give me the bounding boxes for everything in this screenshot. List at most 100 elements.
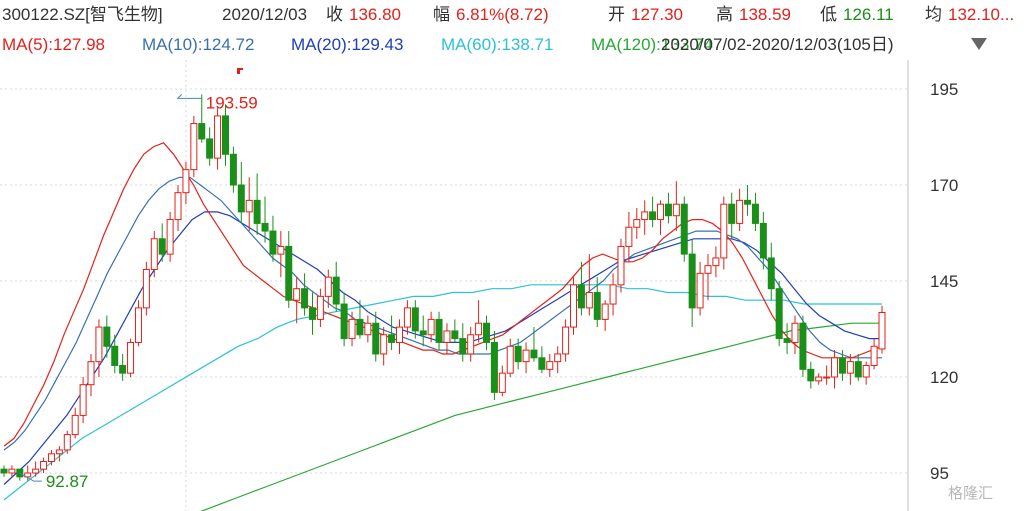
high-value: 138.59 <box>739 5 791 24</box>
candle <box>530 327 538 362</box>
candle-body <box>838 357 846 374</box>
candle-body <box>554 353 562 363</box>
candle-body <box>419 330 427 336</box>
candle-body <box>475 322 483 336</box>
candle-body <box>134 307 142 343</box>
ma60-label: MA(60):138.71 <box>441 35 554 54</box>
high-label: 高 <box>716 5 733 24</box>
candle <box>649 196 657 228</box>
candle-body <box>759 222 767 259</box>
candle <box>696 261 704 316</box>
candle <box>348 311 356 347</box>
candle <box>878 305 886 354</box>
candle-body <box>206 138 214 159</box>
candle <box>775 281 783 347</box>
candle <box>744 185 752 216</box>
candle-body <box>8 468 16 474</box>
candle-body <box>854 361 862 378</box>
candle-body <box>47 453 55 462</box>
candle <box>617 238 625 293</box>
high-marker-line <box>176 94 202 99</box>
candle <box>641 200 649 235</box>
candle-body <box>277 245 285 255</box>
candle <box>253 173 261 235</box>
candle <box>87 353 95 397</box>
candle-body <box>467 334 475 355</box>
candle <box>736 188 744 232</box>
y-tick-label: 145 <box>930 272 958 291</box>
candle-body <box>506 345 514 374</box>
candle-body <box>657 203 665 221</box>
candle-body <box>411 307 419 332</box>
candle <box>269 215 277 262</box>
candle <box>490 330 498 401</box>
candle-body <box>688 253 696 309</box>
candle <box>214 108 222 170</box>
date-range-selector[interactable]: 2020/07/02-2020/12/03(105日) <box>661 31 894 59</box>
price-axis: 95 120 145 170 195 <box>930 80 958 483</box>
candle-body <box>150 238 158 270</box>
candle-body <box>214 115 222 159</box>
candle-body <box>166 219 174 255</box>
y-tick-label: 170 <box>930 176 958 195</box>
candle <box>514 338 522 370</box>
low-annotation: 92.87 <box>46 472 89 491</box>
candle-body <box>237 184 245 213</box>
candle-body <box>530 349 538 359</box>
chevron-down-icon[interactable] <box>971 38 987 50</box>
candle <box>63 430 71 454</box>
candle-body <box>878 311 886 350</box>
candle-body <box>269 230 277 255</box>
candle <box>459 323 467 362</box>
candle-body <box>728 203 736 224</box>
candle-body <box>221 115 229 155</box>
change-label: 幅 <box>433 5 450 24</box>
candle-body <box>380 334 388 355</box>
candle <box>0 465 8 477</box>
candle <box>134 300 142 347</box>
candle-body <box>316 295 324 320</box>
candle <box>783 323 791 354</box>
y-tick-label: 195 <box>930 80 958 99</box>
candle-body <box>55 449 63 455</box>
candle <box>55 446 63 462</box>
candle-body <box>301 288 309 309</box>
candle <box>308 292 316 335</box>
candle <box>443 323 451 354</box>
watermark: 格隆汇 <box>948 485 994 502</box>
candle <box>174 185 182 232</box>
candle-body <box>261 222 269 232</box>
candle <box>388 315 396 351</box>
candle-body <box>32 468 40 474</box>
candle-body <box>451 330 459 340</box>
candle <box>435 311 443 351</box>
candle-body <box>324 276 332 297</box>
candle <box>657 200 665 235</box>
candle <box>158 223 166 262</box>
candle <box>301 273 309 316</box>
candle-body <box>40 460 48 470</box>
candle-body <box>63 434 71 451</box>
candle <box>751 192 759 232</box>
change-value: 6.81%(8.72) <box>456 5 549 24</box>
candle-body <box>514 345 522 363</box>
candles <box>0 94 886 481</box>
ma5-label: MA(5):127.98 <box>2 35 105 54</box>
open-label: 开 <box>608 5 625 24</box>
candle <box>846 353 854 385</box>
candle-body <box>490 341 498 393</box>
candle <box>419 315 427 347</box>
candle <box>206 127 214 166</box>
candle-body <box>182 169 190 194</box>
candle <box>364 315 372 343</box>
candle <box>198 94 206 143</box>
candle <box>799 315 807 377</box>
high-annotation: 193.59 <box>206 93 258 112</box>
candle <box>182 161 190 205</box>
candle-body <box>245 199 253 213</box>
candle-body <box>71 414 79 436</box>
candle-body <box>372 322 380 355</box>
candle-body <box>285 245 293 301</box>
candle <box>79 377 87 424</box>
candle-body <box>253 199 261 224</box>
